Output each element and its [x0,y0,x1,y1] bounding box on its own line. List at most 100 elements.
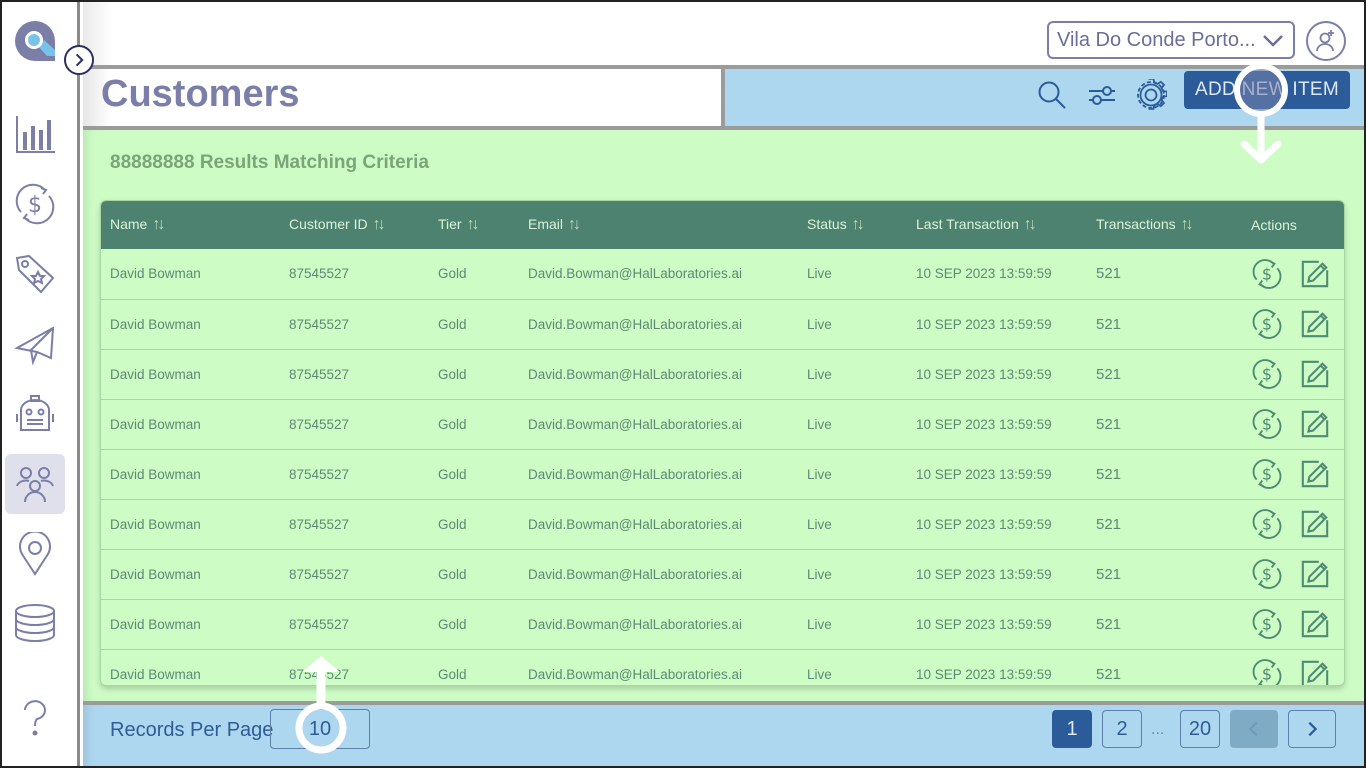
search-button[interactable] [1035,78,1069,112]
transaction-action-button[interactable]: $ [1251,358,1283,390]
transaction-action-button[interactable]: $ [1251,558,1283,590]
sidebar-item-campaigns[interactable] [5,314,65,374]
table-row[interactable]: David Bowman 87545527 Gold David.Bowman@Hal… [101,599,1344,650]
edit-icon [1301,560,1329,588]
edit-action-button[interactable] [1299,258,1331,290]
page-button-1[interactable]: 1 [1052,710,1092,748]
cell-name: David Bowman [101,299,280,350]
column-header-email[interactable]: Email ↑↓ [519,201,798,249]
records-per-page-select[interactable]: 10 [270,709,370,749]
sidebar-item-database[interactable] [5,594,65,654]
table-row[interactable]: David Bowman 87545527 Gold David.Bowman@Hal… [101,649,1344,685]
table-row[interactable]: David Bowman 87545527 Gold David.Bowman@Hal… [101,349,1344,400]
sort-arrows-icon[interactable]: ↑↓ [1024,216,1037,233]
sidebar-item-customers[interactable] [5,454,65,514]
edit-action-button[interactable] [1299,308,1331,340]
sort-arrows-icon[interactable]: ↑↓ [467,216,480,233]
user-add-button[interactable] [1306,21,1346,61]
sort-arrows-icon[interactable]: ↑↓ [568,216,581,233]
cell-email: David.Bowman@HalLaboratories.ai [519,649,798,685]
cell-actions: $ [1242,299,1344,350]
table-row[interactable]: David Bowman 87545527 Gold David.Bowman@Hal… [101,299,1344,350]
page-button-20[interactable]: 20 [1180,710,1220,748]
edit-action-button[interactable] [1299,608,1331,640]
edit-action-button[interactable] [1299,408,1331,440]
sidebar-item-locations[interactable] [5,524,65,584]
dollar-refresh-icon: $ [1252,509,1282,539]
row-actions: $ [1251,558,1344,590]
sidebar-item-analytics[interactable] [5,104,65,164]
cell-email: David.Bowman@HalLaboratories.ai [519,599,798,650]
transaction-action-button[interactable]: $ [1251,308,1283,340]
sort-arrows-icon[interactable]: ↑↓ [852,216,865,233]
table-row[interactable]: David Bowman 87545527 Gold David.Bowman@Hal… [101,499,1344,550]
cell-actions: $ [1242,599,1344,650]
column-label: Transactions [1096,216,1176,232]
cell-actions: $ [1242,449,1344,500]
transaction-action-button[interactable]: $ [1251,508,1283,540]
transaction-action-button[interactable]: $ [1251,608,1283,640]
edit-action-button[interactable] [1299,658,1331,685]
edit-action-button[interactable] [1299,558,1331,590]
row-actions: $ [1251,258,1344,290]
customers-table: Name ↑↓ Customer ID ↑↓ Tier ↑↓ Email ↑↓ Status ↑↓… [100,200,1345,686]
transaction-action-button[interactable]: $ [1251,658,1283,685]
sidebar-item-automation[interactable] [5,384,65,444]
cell-transactions: 521 [1087,549,1242,600]
cell-actions: $ [1242,499,1344,550]
column-header-last-transaction[interactable]: Last Transaction ↑↓ [907,201,1087,249]
column-header-customer-id[interactable]: Customer ID ↑↓ [280,201,429,249]
sidebar-item-transactions[interactable]: $ [5,174,65,234]
column-header-name[interactable]: Name ↑↓ [101,201,280,249]
pagination-footer: Records Per Page 10 1 2 ... 20 [83,701,1366,768]
sort-arrows-icon[interactable]: ↑↓ [1181,216,1194,233]
title-row: Customers ADD NEW ITEM [83,65,1366,130]
svg-text:$: $ [1262,615,1272,634]
cell-last-transaction: 10 SEP 2023 13:59:59 [907,399,1087,450]
sort-arrows-icon[interactable]: ↑↓ [373,216,386,233]
cell-status: Live [798,499,907,550]
cell-status: Live [798,549,907,600]
cell-email: David.Bowman@HalLaboratories.ai [519,449,798,500]
cell-last-transaction: 10 SEP 2023 13:59:59 [907,249,1087,300]
page-button-2[interactable]: 2 [1102,710,1142,748]
column-header-tier[interactable]: Tier ↑↓ [429,201,519,249]
cell-tier: Gold [429,549,519,600]
cell-last-transaction: 10 SEP 2023 13:59:59 [907,599,1087,650]
cell-actions: $ [1242,249,1344,300]
cell-transactions: 521 [1087,499,1242,550]
next-page-button[interactable] [1288,710,1336,748]
cell-tier: Gold [429,399,519,450]
svg-text:$: $ [1262,565,1272,584]
filter-button[interactable] [1085,78,1119,112]
svg-text:$: $ [1262,264,1272,283]
svg-text:$: $ [1262,515,1272,534]
location-select[interactable]: Vila Do Conde Porto... [1047,21,1295,59]
cell-email: David.Bowman@HalLaboratories.ai [519,349,798,400]
column-label: Tier [438,216,462,232]
edit-action-button[interactable] [1299,508,1331,540]
sidebar-collapse-button[interactable] [64,45,94,75]
table-row[interactable]: David Bowman 87545527 Gold David.Bowman@Hal… [101,399,1344,450]
column-header-status[interactable]: Status ↑↓ [798,201,907,249]
search-icon [1038,81,1066,109]
table-row[interactable]: David Bowman 87545527 Gold David.Bowman@Hal… [101,449,1344,500]
sidebar-item-help[interactable] [5,688,65,748]
dollar-refresh-icon: $ [1252,258,1282,289]
cell-customer-id: 87545527 [280,349,429,400]
edit-action-button[interactable] [1299,358,1331,390]
table-row[interactable]: David Bowman 87545527 Gold David.Bowman@Hal… [101,549,1344,600]
settings-button[interactable] [1134,78,1168,112]
transaction-action-button[interactable]: $ [1251,458,1283,490]
add-new-item-button[interactable]: ADD NEW ITEM [1184,71,1350,109]
sort-arrows-icon[interactable]: ↑↓ [152,216,165,233]
column-header-transactions[interactable]: Transactions ↑↓ [1087,201,1242,249]
transaction-action-button[interactable]: $ [1251,258,1283,290]
app-logo[interactable] [14,20,56,62]
prev-page-button[interactable] [1230,710,1278,748]
table-row[interactable]: David Bowman 87545527 Gold David.Bowman@Hal… [101,249,1344,300]
transaction-action-button[interactable]: $ [1251,408,1283,440]
column-label: Actions [1251,217,1297,233]
sidebar-item-promotions[interactable] [5,244,65,304]
edit-action-button[interactable] [1299,458,1331,490]
